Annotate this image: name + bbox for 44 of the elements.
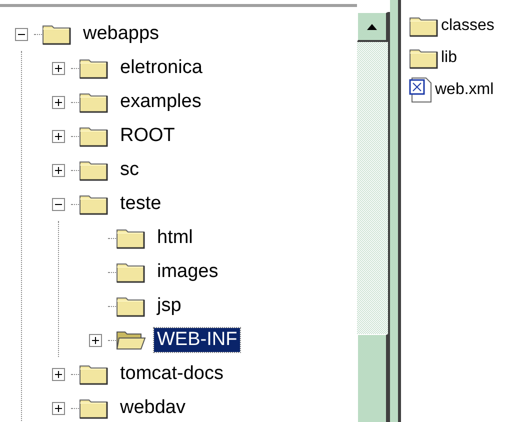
expand-icon[interactable] <box>52 402 64 414</box>
folder-icon <box>79 193 109 215</box>
expand-icon[interactable] <box>52 164 64 176</box>
file-item[interactable]: classes <box>441 14 494 38</box>
expand-icon[interactable] <box>52 96 64 108</box>
expand-icon[interactable] <box>52 130 64 142</box>
collapse-icon[interactable] <box>52 198 64 210</box>
folder-icon <box>79 159 109 181</box>
tree-item[interactable]: WEB-INF <box>154 328 240 352</box>
tree-item[interactable]: images <box>154 260 222 284</box>
scrollbar[interactable] <box>357 12 390 422</box>
file-item[interactable]: lib <box>441 46 458 70</box>
folder-icon <box>116 227 146 249</box>
folder-icon <box>42 23 72 45</box>
tree-item[interactable]: examples <box>117 90 204 114</box>
collapse-icon[interactable] <box>14 28 28 40</box>
tree-item[interactable]: tomcat-docs <box>117 362 226 386</box>
tree-item[interactable]: sc <box>117 158 142 182</box>
xml-file-icon <box>409 77 433 103</box>
splitter[interactable] <box>390 0 401 422</box>
tree-item[interactable]: html <box>154 226 196 250</box>
scroll-thumb[interactable] <box>357 334 388 422</box>
folder-icon <box>116 261 146 283</box>
expand-icon[interactable] <box>52 368 64 380</box>
scroll-up-button[interactable] <box>357 12 388 42</box>
tree-item[interactable]: jsp <box>154 294 184 318</box>
tree-item[interactable]: webdav <box>117 396 188 420</box>
up-arrow-icon <box>367 24 377 30</box>
expand-icon[interactable] <box>52 62 64 74</box>
folder-icon <box>79 125 109 147</box>
open-folder-icon <box>116 329 146 351</box>
expand-icon[interactable] <box>88 334 102 346</box>
folder-icon <box>409 47 439 69</box>
folder-icon <box>79 363 109 385</box>
tree-item[interactable]: ROOT <box>117 124 178 148</box>
tree-item[interactable]: eletronica <box>117 56 206 80</box>
tree-item[interactable]: teste <box>117 192 164 216</box>
tree-item[interactable]: webapps <box>80 22 162 46</box>
folder-icon <box>79 91 109 113</box>
file-item[interactable]: web.xml <box>435 78 494 102</box>
folder-icon <box>79 57 109 79</box>
folder-icon <box>79 397 109 419</box>
folder-icon <box>116 295 146 317</box>
folder-icon <box>409 15 439 37</box>
